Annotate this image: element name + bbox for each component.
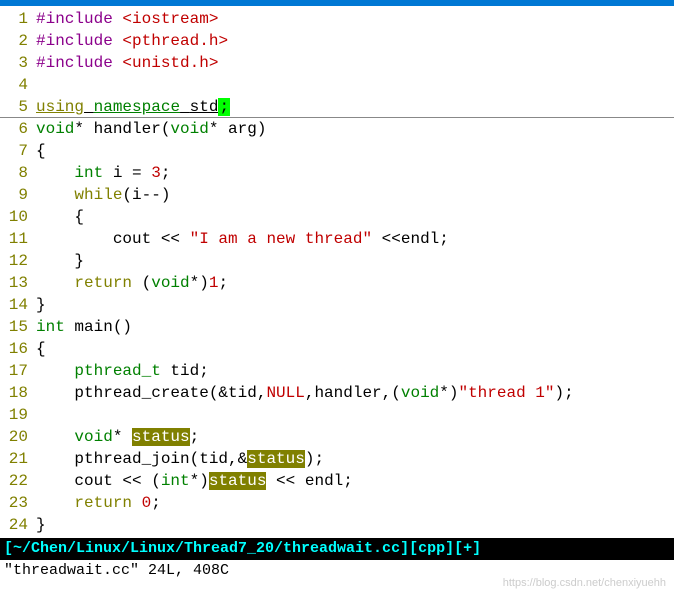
line-number: 24	[0, 514, 36, 536]
code-line: 12 }	[0, 250, 674, 272]
code-content: pthread_join(tid,&status);	[36, 448, 674, 470]
line-number: 10	[0, 206, 36, 228]
code-content: int i = 3;	[36, 162, 674, 184]
line-number: 4	[0, 74, 36, 96]
line-number: 19	[0, 404, 36, 426]
code-content: #include <unistd.h>	[36, 52, 674, 74]
code-line: 15int main()	[0, 316, 674, 338]
code-content: pthread_create(&tid,NULL,handler,(void*)…	[36, 382, 674, 404]
code-line: 7{	[0, 140, 674, 162]
code-line: 10 {	[0, 206, 674, 228]
line-number: 23	[0, 492, 36, 514]
code-line: 14}	[0, 294, 674, 316]
line-number: 22	[0, 470, 36, 492]
line-number: 14	[0, 294, 36, 316]
code-line: 8 int i = 3;	[0, 162, 674, 184]
code-content: #include <iostream>	[36, 8, 674, 30]
code-content: }	[36, 294, 674, 316]
code-content: cout << "I am a new thread" <<endl;	[36, 228, 674, 250]
line-number: 2	[0, 30, 36, 52]
code-content: }	[36, 250, 674, 272]
code-content: }	[36, 514, 674, 536]
code-content: int main()	[36, 316, 674, 338]
code-line: 23 return 0;	[0, 492, 674, 514]
line-number: 16	[0, 338, 36, 360]
search-match: status	[132, 428, 190, 446]
code-line: 18 pthread_create(&tid,NULL,handler,(voi…	[0, 382, 674, 404]
search-match: status	[247, 450, 305, 468]
code-content: {	[36, 338, 674, 360]
line-number: 7	[0, 140, 36, 162]
line-number: 8	[0, 162, 36, 184]
code-content: pthread_t tid;	[36, 360, 674, 382]
code-content: cout << (int*)status << endl;	[36, 470, 674, 492]
code-line: 1#include <iostream>	[0, 8, 674, 30]
line-number: 3	[0, 52, 36, 74]
line-number: 17	[0, 360, 36, 382]
code-line: 16{	[0, 338, 674, 360]
line-number: 21	[0, 448, 36, 470]
code-content: {	[36, 206, 674, 228]
code-content	[36, 74, 674, 96]
code-content: while(i--)	[36, 184, 674, 206]
code-line: 6void* handler(void* arg)	[0, 118, 674, 140]
code-line: 21 pthread_join(tid,&status);	[0, 448, 674, 470]
line-number: 13	[0, 272, 36, 294]
code-content: void* handler(void* arg)	[36, 118, 674, 140]
code-content: void* status;	[36, 426, 674, 448]
code-line: 4	[0, 74, 674, 96]
line-number: 20	[0, 426, 36, 448]
code-line: 20 void* status;	[0, 426, 674, 448]
watermark: https://blog.csdn.net/chenxiyuehh	[503, 577, 666, 589]
cursor: ;	[218, 98, 230, 116]
line-number: 15	[0, 316, 36, 338]
code-content: using namespace std;	[36, 96, 674, 117]
code-content: return 0;	[36, 492, 674, 514]
code-line: 3#include <unistd.h>	[0, 52, 674, 74]
code-line: 22 cout << (int*)status << endl;	[0, 470, 674, 492]
line-number: 5	[0, 96, 36, 117]
line-number: 9	[0, 184, 36, 206]
code-line: 2#include <pthread.h>	[0, 30, 674, 52]
code-content: {	[36, 140, 674, 162]
code-line: 11 cout << "I am a new thread" <<endl;	[0, 228, 674, 250]
search-match: status	[209, 472, 267, 490]
code-editor[interactable]: 1#include <iostream> 2#include <pthread.…	[0, 6, 674, 538]
line-number: 6	[0, 118, 36, 140]
line-number: 1	[0, 8, 36, 30]
code-line: 19	[0, 404, 674, 426]
status-bar: [~/Chen/Linux/Linux/Thread7_20/threadwai…	[0, 538, 674, 560]
code-line: 24}	[0, 514, 674, 536]
code-content: return (void*)1;	[36, 272, 674, 294]
code-line: 13 return (void*)1;	[0, 272, 674, 294]
code-content	[36, 404, 674, 426]
code-content: #include <pthread.h>	[36, 30, 674, 52]
code-line-current: 5using namespace std;	[0, 96, 674, 118]
code-line: 9 while(i--)	[0, 184, 674, 206]
line-number: 18	[0, 382, 36, 404]
code-line: 17 pthread_t tid;	[0, 360, 674, 382]
line-number: 11	[0, 228, 36, 250]
line-number: 12	[0, 250, 36, 272]
